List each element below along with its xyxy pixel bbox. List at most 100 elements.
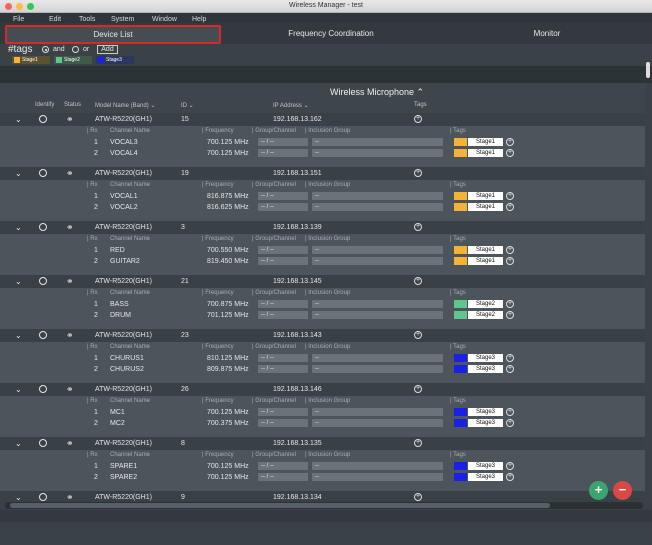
inclusion-group-field[interactable]: -- [312, 311, 443, 319]
tab-frequency-coordination[interactable]: Frequency Coordination [220, 26, 442, 41]
add-tag-icon[interactable]: + [414, 223, 422, 231]
inclusion-group-field[interactable]: -- [312, 246, 443, 254]
channel-tag[interactable]: Stage1 [468, 192, 503, 200]
group-channel-field[interactable]: -- / -- [258, 354, 308, 362]
group-channel-field[interactable]: -- / -- [258, 419, 308, 427]
group-channel-field[interactable]: -- / -- [258, 300, 308, 308]
device-row[interactable]: ⌄ ⚭ ATW-R5220(GH1) 8 192.168.13.135 + [0, 437, 645, 450]
identify-icon[interactable] [39, 169, 47, 177]
inclusion-group-field[interactable]: -- [312, 408, 443, 416]
add-channel-tag-icon[interactable]: + [506, 149, 514, 157]
inclusion-group-field[interactable]: -- [312, 365, 443, 373]
inclusion-group-field[interactable]: -- [312, 149, 443, 157]
chevron-down-icon[interactable]: ⌄ [15, 385, 22, 394]
chevron-down-icon[interactable]: ⌄ [15, 493, 22, 502]
channel-tag[interactable]: Stage1 [468, 246, 503, 254]
chevron-down-icon[interactable]: ⌄ [15, 223, 22, 232]
device-row[interactable]: ⌄ ⚭ ATW-R5220(GH1) 21 192.168.13.145 + [0, 275, 645, 288]
column-tags[interactable]: Tags [414, 102, 427, 108]
add-tag-icon[interactable]: + [414, 385, 422, 393]
tab-monitor[interactable]: Monitor [442, 26, 652, 41]
add-tag-icon[interactable]: + [414, 493, 422, 501]
group-channel-field[interactable]: -- / -- [258, 138, 308, 146]
chevron-down-icon[interactable]: ⌄ [15, 439, 22, 448]
channel-tag[interactable]: Stage1 [468, 149, 503, 157]
column-id[interactable]: ID ⌄ [181, 102, 194, 109]
column-ip-address[interactable]: IP Address ⌄ [273, 102, 309, 109]
horizontal-scroll-thumb[interactable] [10, 503, 550, 508]
group-channel-field[interactable]: -- / -- [258, 462, 308, 470]
add-channel-tag-icon[interactable]: + [506, 300, 514, 308]
channel-tag[interactable]: Stage1 [468, 257, 503, 265]
add-device-button[interactable]: + [589, 481, 608, 500]
inclusion-group-field[interactable]: -- [312, 192, 443, 200]
channel-tag[interactable]: Stage3 [468, 473, 503, 481]
add-tag-icon[interactable]: + [414, 277, 422, 285]
inclusion-group-field[interactable]: -- [312, 419, 443, 427]
inclusion-group-field[interactable]: -- [312, 462, 443, 470]
identify-icon[interactable] [39, 277, 47, 285]
group-channel-field[interactable]: -- / -- [258, 408, 308, 416]
vertical-scrollbar[interactable] [646, 62, 650, 78]
identify-icon[interactable] [39, 439, 47, 447]
inclusion-group-field[interactable]: -- [312, 203, 443, 211]
inclusion-group-field[interactable]: -- [312, 300, 443, 308]
inclusion-group-field[interactable]: -- [312, 257, 443, 265]
menu-help[interactable]: Help [192, 16, 206, 23]
group-channel-field[interactable]: -- / -- [258, 257, 308, 265]
column-model-name[interactable]: Model Name (Band) ⌄ [95, 102, 155, 109]
and-radio[interactable] [42, 46, 49, 53]
add-channel-tag-icon[interactable]: + [506, 203, 514, 211]
chevron-down-icon[interactable]: ⌄ [15, 277, 22, 286]
add-channel-tag-icon[interactable]: + [506, 419, 514, 427]
tag-chip-stage1[interactable]: Stage1 [12, 56, 50, 64]
inclusion-group-field[interactable]: -- [312, 138, 443, 146]
menu-tools[interactable]: Tools [79, 16, 95, 23]
tag-chip-stage2[interactable]: Stage2 [54, 56, 92, 64]
add-channel-tag-icon[interactable]: + [506, 408, 514, 416]
device-row[interactable]: ⌄ ⚭ ATW-R5220(GH1) 3 192.168.13.139 + [0, 221, 645, 234]
menu-window[interactable]: Window [152, 16, 177, 23]
section-title[interactable]: Wireless Microphone ⌃ [330, 87, 424, 98]
menu-edit[interactable]: Edit [49, 16, 61, 23]
column-status[interactable]: Status [64, 102, 81, 108]
tag-chip-stage3[interactable]: Stage3 [96, 56, 134, 64]
group-channel-field[interactable]: -- / -- [258, 192, 308, 200]
add-channel-tag-icon[interactable]: + [506, 257, 514, 265]
inclusion-group-field[interactable]: -- [312, 354, 443, 362]
add-tag-icon[interactable]: + [414, 331, 422, 339]
add-tag-icon[interactable]: + [414, 169, 422, 177]
identify-icon[interactable] [39, 385, 47, 393]
add-channel-tag-icon[interactable]: + [506, 473, 514, 481]
or-radio[interactable] [72, 46, 79, 53]
identify-icon[interactable] [39, 331, 47, 339]
identify-icon[interactable] [39, 223, 47, 231]
group-channel-field[interactable]: -- / -- [258, 473, 308, 481]
menu-file[interactable]: File [13, 16, 24, 23]
device-row[interactable]: ⌄ ⚭ ATW-R5220(GH1) 19 192.168.13.151 + [0, 167, 645, 180]
channel-tag[interactable]: Stage3 [468, 419, 503, 427]
group-channel-field[interactable]: -- / -- [258, 365, 308, 373]
add-tag-icon[interactable]: + [414, 115, 422, 123]
group-channel-field[interactable]: -- / -- [258, 311, 308, 319]
add-tag-button[interactable]: Add [97, 45, 118, 54]
add-channel-tag-icon[interactable]: + [506, 365, 514, 373]
chevron-down-icon[interactable]: ⌄ [15, 331, 22, 340]
remove-device-button[interactable]: − [613, 481, 632, 500]
identify-icon[interactable] [39, 115, 47, 123]
device-row[interactable]: ⌄ ⚭ ATW-R5220(GH1) 26 192.168.13.146 + [0, 383, 645, 396]
channel-tag[interactable]: Stage2 [468, 300, 503, 308]
add-channel-tag-icon[interactable]: + [506, 462, 514, 470]
channel-tag[interactable]: Stage2 [468, 311, 503, 319]
channel-tag[interactable]: Stage3 [468, 365, 503, 373]
add-tag-icon[interactable]: + [414, 439, 422, 447]
channel-tag[interactable]: Stage3 [468, 354, 503, 362]
group-channel-field[interactable]: -- / -- [258, 149, 308, 157]
tab-device-list[interactable]: Device List [5, 25, 221, 44]
group-channel-field[interactable]: -- / -- [258, 203, 308, 211]
add-channel-tag-icon[interactable]: + [506, 311, 514, 319]
group-channel-field[interactable]: -- / -- [258, 246, 308, 254]
channel-tag[interactable]: Stage3 [468, 408, 503, 416]
add-channel-tag-icon[interactable]: + [506, 138, 514, 146]
device-row[interactable]: ⌄ ⚭ ATW-R5220(GH1) 15 192.168.13.162 + [0, 113, 645, 126]
